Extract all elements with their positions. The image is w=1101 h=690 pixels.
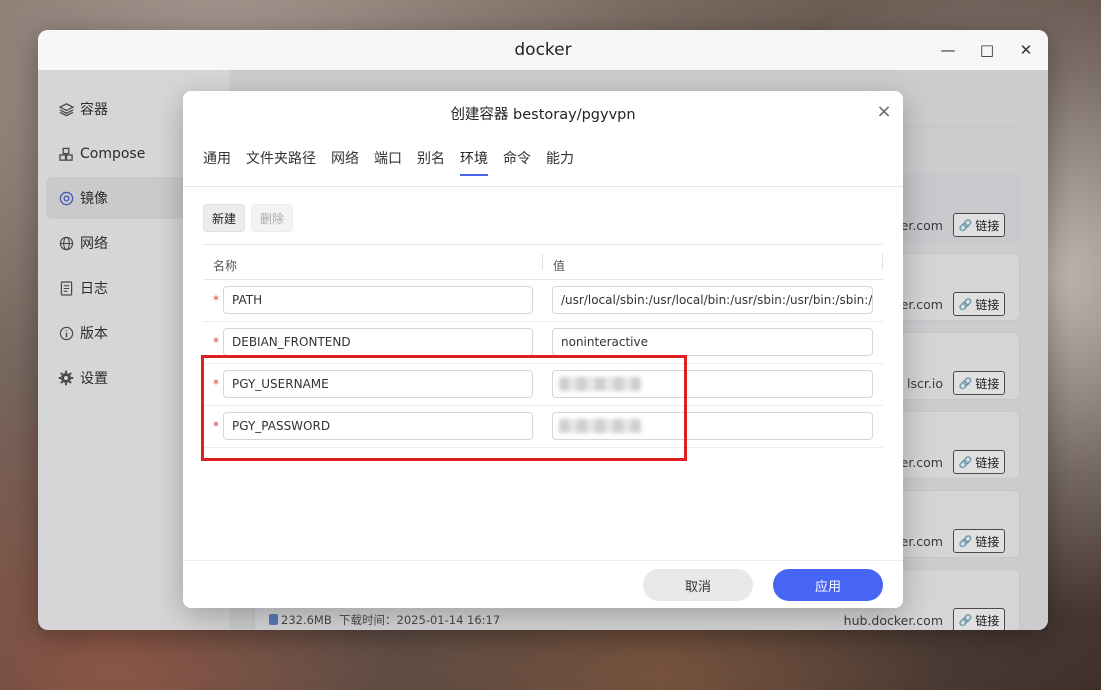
env-value-input[interactable]: /usr/local/sbin:/usr/local/bin:/usr/sbin… xyxy=(552,286,873,314)
tab-network[interactable]: 网络 xyxy=(331,148,359,176)
close-icon[interactable]: ✕ xyxy=(1015,39,1037,61)
minimize-icon[interactable]: — xyxy=(937,39,959,61)
dialog-tabs: 通用 文件夹路径 网络 端口 别名 环境 命令 能力 xyxy=(203,148,589,176)
create-container-dialog: 创建容器 bestoray/pgyvpn × 通用 文件夹路径 网络 端口 别名… xyxy=(183,91,903,608)
tab-general[interactable]: 通用 xyxy=(203,148,231,176)
new-env-button[interactable]: 新建 xyxy=(203,204,246,232)
required-mark: * xyxy=(213,293,219,307)
tab-aliases[interactable]: 别名 xyxy=(417,148,445,176)
tab-ports[interactable]: 端口 xyxy=(374,148,402,176)
dialog-title: 创建容器 bestoray/pgyvpn xyxy=(450,107,636,123)
cancel-button[interactable]: 取消 xyxy=(643,569,753,601)
env-name-input[interactable]: PATH xyxy=(223,286,533,314)
close-icon[interactable]: × xyxy=(875,103,893,121)
blurred-value xyxy=(559,419,641,433)
env-name-input[interactable]: PGY_PASSWORD xyxy=(223,412,533,440)
footer-divider xyxy=(183,560,903,561)
window-title: docker xyxy=(514,40,572,60)
delete-env-button[interactable]: 删除 xyxy=(251,204,294,232)
env-value-input[interactable] xyxy=(552,370,873,398)
column-header-value: 值 xyxy=(553,259,566,273)
env-table: 名称 值 * PATH /usr/local/sbin:/usr/local/b… xyxy=(203,244,883,448)
table-row: * PATH /usr/local/sbin:/usr/local/bin:/u… xyxy=(203,280,883,322)
table-row: * PGY_USERNAME xyxy=(203,364,883,406)
required-mark: * xyxy=(213,377,219,391)
env-value-input[interactable] xyxy=(552,412,873,440)
tab-environment[interactable]: 环境 xyxy=(460,148,488,176)
tab-command[interactable]: 命令 xyxy=(503,148,531,176)
blurred-value xyxy=(559,377,641,391)
column-divider xyxy=(542,254,543,270)
tabs-divider xyxy=(183,186,903,187)
table-header: 名称 值 xyxy=(203,244,883,280)
tab-capabilities[interactable]: 能力 xyxy=(546,148,574,176)
env-value-input[interactable]: noninteractive xyxy=(552,328,873,356)
env-name-input[interactable]: DEBIAN_FRONTEND xyxy=(223,328,533,356)
env-name-input[interactable]: PGY_USERNAME xyxy=(223,370,533,398)
column-divider xyxy=(882,254,883,270)
tab-folder-paths[interactable]: 文件夹路径 xyxy=(246,148,316,176)
apply-button[interactable]: 应用 xyxy=(773,569,883,601)
window-titlebar[interactable]: docker — □ ✕ xyxy=(38,30,1048,70)
table-row: * DEBIAN_FRONTEND noninteractive xyxy=(203,322,883,364)
column-header-name: 名称 xyxy=(213,259,238,273)
required-mark: * xyxy=(213,335,219,349)
maximize-icon[interactable]: □ xyxy=(976,39,998,61)
table-row: * PGY_PASSWORD xyxy=(203,406,883,448)
required-mark: * xyxy=(213,419,219,433)
